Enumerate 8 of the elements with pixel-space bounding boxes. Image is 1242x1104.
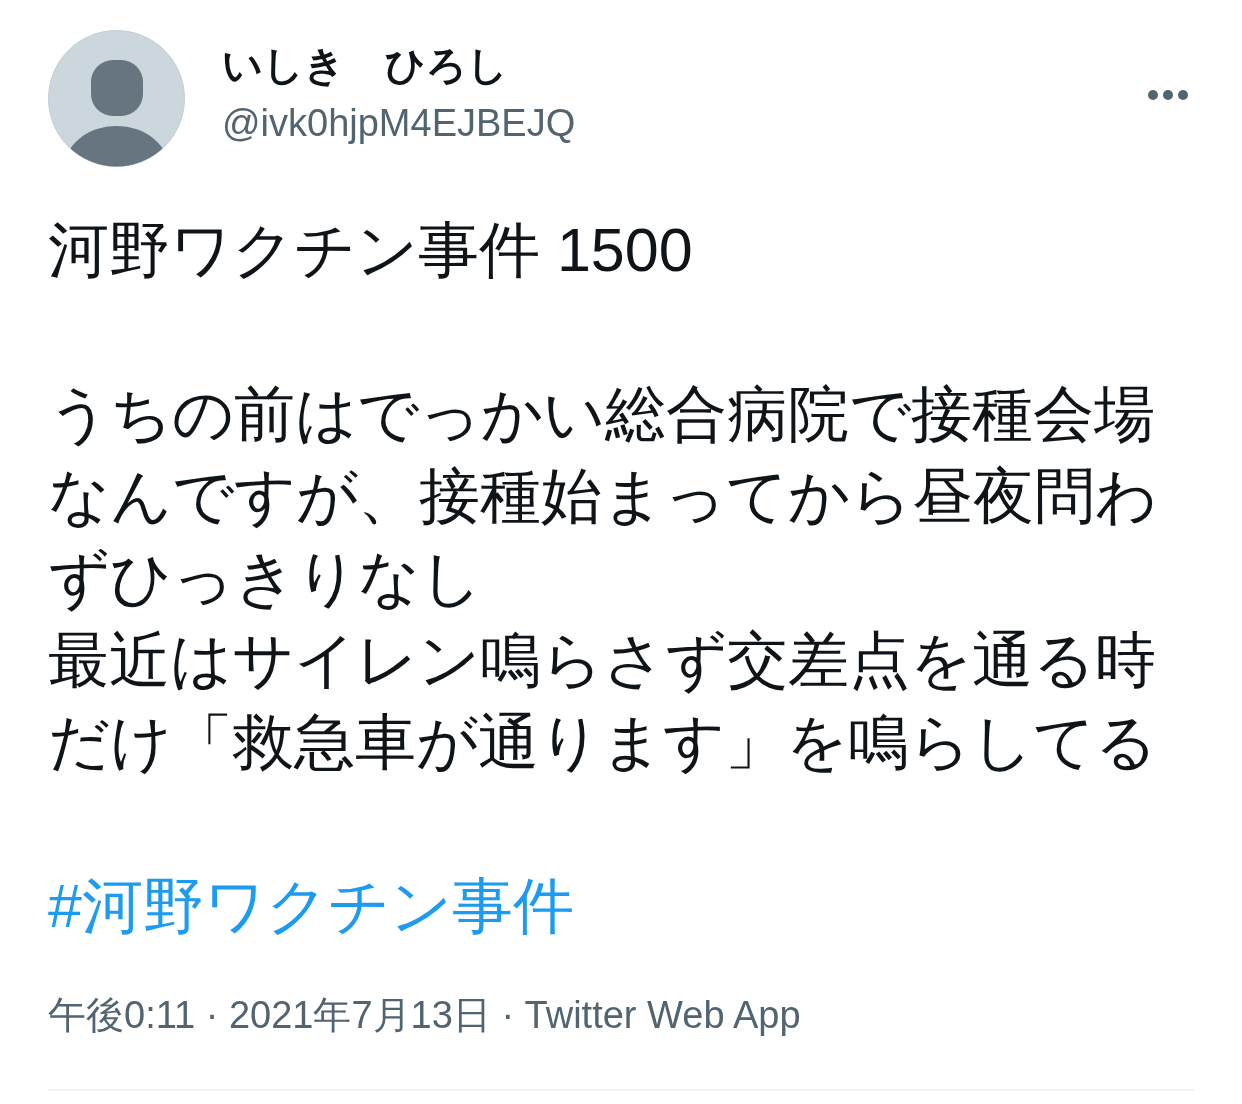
more-icon[interactable] — [1148, 90, 1188, 100]
tweet-text: 河野ワクチン事件 1500 — [48, 215, 694, 286]
author-handle[interactable]: @ivk0hjpM4EJBEJQ — [222, 98, 576, 148]
tweet-text: うちの前はでっかい総合病院で接種会場なんですが、接種始まってから昼夜問わずひっきりなし — [48, 379, 1158, 614]
tweet-text: 最近はサイレン鳴らさず交差点を通る時だけ「救急車が通ります」を鳴らしてる — [48, 625, 1158, 778]
author-name[interactable]: いしき ひろし — [222, 41, 576, 89]
tweet-timestamp: 午後0:11 · 2021年7月13日 · Twitter Web App — [48, 993, 801, 1038]
default-avatar-icon — [48, 30, 185, 167]
